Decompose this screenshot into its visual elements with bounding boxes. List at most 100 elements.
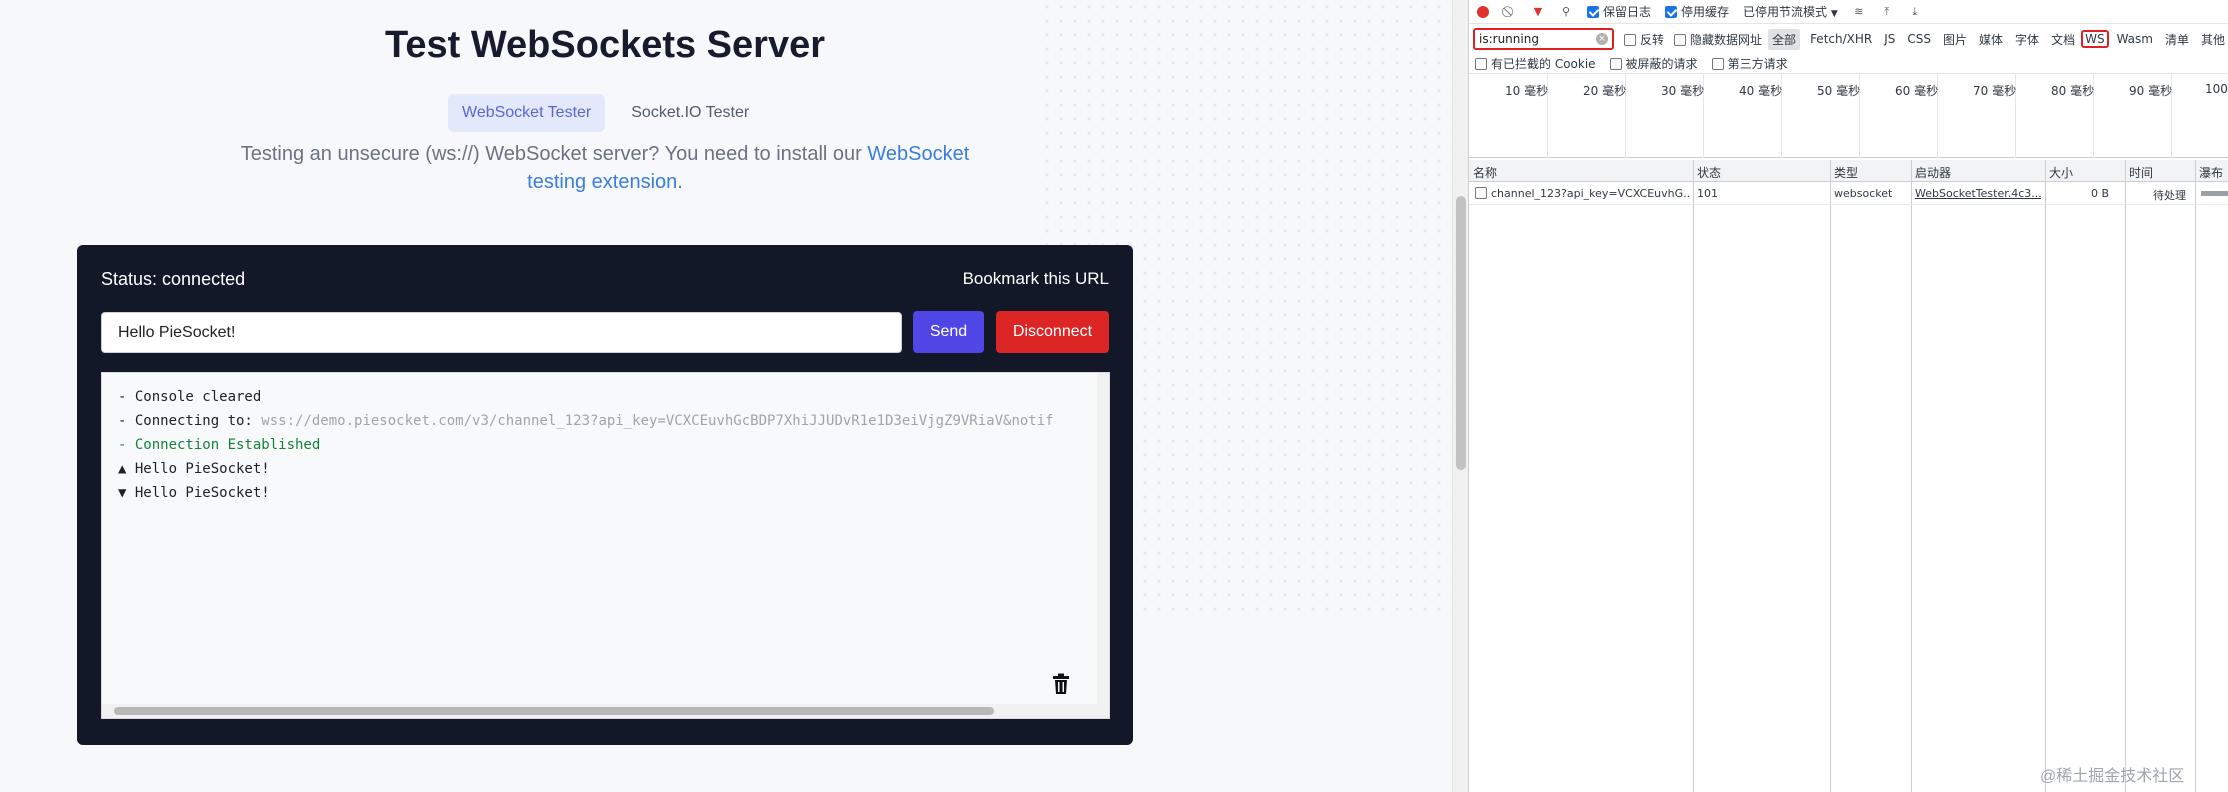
console-scroll-thumb[interactable]	[114, 707, 994, 715]
export-icon[interactable]: ⤓	[1908, 5, 1922, 19]
disable-cache-checkbox[interactable]	[1665, 6, 1678, 18]
request-name-cell: channel_123?api_key=VCXCEuvhG...	[1475, 187, 1689, 200]
column-divider	[2195, 160, 2196, 792]
page-scroll-thumb[interactable]	[1456, 196, 1466, 470]
third-party-label: 第三方请求	[1727, 57, 1788, 71]
filter-type-media[interactable]: 媒体	[1975, 29, 2007, 50]
filter-bar: is:running × 反转 隐藏数据网址 全部 Fetch/XHR JS CS…	[1469, 24, 2228, 54]
column-name[interactable]: 名称	[1473, 164, 1497, 181]
connection-status: Status: connected	[101, 269, 246, 289]
request-size: 0 B	[2091, 187, 2110, 200]
tab-socketio-tester[interactable]: Socket.IO Tester	[617, 94, 763, 132]
console-line: - Connecting to: wss://demo.piesocket.co…	[118, 411, 1054, 431]
invert-label: 反转	[1640, 32, 1665, 47]
console-line: ▲ Hello PieSocket!	[118, 459, 270, 479]
timeline-overview[interactable]: 10 毫秒 20 毫秒 30 毫秒 40 毫秒 50 毫秒 60 毫秒 70 毫…	[1469, 74, 2228, 158]
console-line-text: Hello PieSocket!	[134, 461, 270, 477]
sent-arrow-icon: ▲	[118, 461, 135, 477]
invert-checkbox[interactable]	[1624, 33, 1637, 46]
console-line-prefix: -	[118, 413, 135, 429]
network-conditions-icon[interactable]: ≋	[1852, 5, 1866, 19]
third-party-toggle[interactable]: 第三方请求	[1711, 55, 1788, 72]
preserve-log-checkbox[interactable]	[1587, 6, 1599, 18]
column-initiator[interactable]: 启动器	[1915, 164, 1951, 181]
request-initiator-link[interactable]: WebSocketTester.4c3...	[1915, 187, 2041, 200]
console-log[interactable]: - Console cleared - Connecting to: wss:/…	[101, 372, 1110, 719]
preserve-log-toggle[interactable]: 保留日志	[1587, 3, 1651, 20]
send-button[interactable]: Send	[913, 311, 984, 353]
console-line-prefix: -	[118, 437, 135, 453]
filter-icon[interactable]: ▼	[1531, 5, 1545, 19]
console-line-text: Connecting to:	[134, 413, 262, 429]
table-row[interactable]: channel_123?api_key=VCXCEuvhG... 101 web…	[1469, 183, 2228, 205]
column-status[interactable]: 状态	[1697, 164, 1721, 181]
timeline-tick-label: 70 毫秒	[1973, 84, 2017, 98]
filter-type-ws[interactable]: WS	[2081, 30, 2109, 48]
clear-icon[interactable]: ⃠	[1503, 5, 1517, 19]
tab-websocket-tester[interactable]: WebSocket Tester	[448, 94, 606, 132]
search-icon[interactable]: ⚲	[1559, 5, 1573, 19]
throttling-select[interactable]: 已停用节流模式 ▼	[1743, 3, 1838, 20]
preserve-log-label: 保留日志	[1603, 5, 1652, 19]
devtools-network-panel: ⃠ ▼ ⚲ 保留日志 停用缓存 已停用节流模式 ▼ ≋ ⤒ ⤓ is:runni…	[1468, 0, 2228, 792]
websocket-file-icon	[1475, 187, 1487, 199]
column-size[interactable]: 大小	[2049, 164, 2073, 181]
console-line: - Console cleared	[118, 387, 261, 407]
blocked-cookies-toggle[interactable]: 有已拦截的 Cookie	[1475, 55, 1596, 72]
clear-filter-icon[interactable]: ×	[1596, 33, 1609, 45]
bookmark-link[interactable]: Bookmark this URL	[963, 269, 1109, 289]
third-party-checkbox[interactable]	[1711, 58, 1724, 70]
console-horizontal-scrollbar[interactable]	[102, 704, 1109, 718]
filter-input[interactable]: is:running ×	[1473, 28, 1615, 50]
column-divider	[2045, 160, 2046, 792]
filter-type-font[interactable]: 字体	[2011, 29, 2043, 50]
timeline-tick-label: 80 毫秒	[2051, 84, 2095, 98]
message-input[interactable]	[101, 312, 902, 353]
disconnect-button[interactable]: Disconnect	[996, 311, 1109, 353]
timeline-tick-label: 10 毫秒	[1505, 84, 1549, 98]
blocked-requests-checkbox[interactable]	[1609, 58, 1622, 70]
filter-type-img[interactable]: 图片	[1939, 29, 1971, 50]
column-time[interactable]: 时间	[2129, 164, 2153, 181]
filter-type-all[interactable]: 全部	[1768, 28, 1801, 50]
filter-type-js[interactable]: JS	[1880, 30, 1899, 48]
invert-toggle[interactable]: 反转	[1624, 31, 1664, 48]
filter-type-other[interactable]: 其他	[2197, 29, 2228, 50]
throttling-value: 已停用节流模式	[1743, 5, 1828, 19]
page-scrollbar[interactable]	[1452, 0, 1468, 792]
column-waterfall[interactable]: 瀑布	[2199, 164, 2223, 181]
import-icon[interactable]: ⤒	[1880, 5, 1894, 19]
hide-data-urls-toggle[interactable]: 隐藏数据网址	[1674, 31, 1762, 48]
blocked-cookies-checkbox[interactable]	[1475, 58, 1487, 70]
filter-type-wasm[interactable]: Wasm	[2113, 30, 2157, 48]
console-vertical-scrollbar[interactable]	[1097, 373, 1109, 706]
watermark: @稀土掘金技术社区	[2040, 768, 2185, 785]
console-url: wss://demo.piesocket.com/v3/channel_123?…	[261, 413, 1054, 429]
console-line-text: Hello PieSocket!	[134, 485, 270, 501]
hide-data-urls-label: 隐藏数据网址	[1690, 32, 1763, 47]
request-name: channel_123?api_key=VCXCEuvhG...	[1491, 187, 1689, 200]
filter-type-css[interactable]: CSS	[1903, 30, 1935, 48]
filter-type-fetch-xhr[interactable]: Fetch/XHR	[1806, 30, 1876, 48]
filter-type-doc[interactable]: 文档	[2047, 29, 2079, 50]
received-arrow-icon: ▼	[118, 485, 135, 501]
column-divider	[1830, 160, 1831, 792]
request-status: 101	[1697, 187, 1718, 200]
request-type: websocket	[1834, 187, 1893, 200]
column-type[interactable]: 类型	[1834, 164, 1858, 181]
record-icon[interactable]	[1477, 5, 1489, 18]
request-time: 待处理	[2153, 189, 2186, 202]
hide-data-urls-checkbox[interactable]	[1674, 33, 1687, 46]
timeline-tick-label: 90 毫秒	[2129, 84, 2173, 98]
column-divider	[2125, 160, 2126, 792]
timeline-tick-label: 60 毫秒	[1895, 84, 1939, 98]
filter-type-manifest[interactable]: 清单	[2161, 29, 2193, 50]
tester-tabs: WebSocket Tester Socket.IO Tester	[448, 94, 763, 132]
timeline-tick-label: 50 毫秒	[1817, 84, 1861, 98]
trash-icon[interactable]	[1052, 673, 1070, 695]
network-toolbar: ⃠ ▼ ⚲ 保留日志 停用缓存 已停用节流模式 ▼ ≋ ⤒ ⤓	[1469, 0, 2228, 24]
disable-cache-toggle[interactable]: 停用缓存	[1665, 3, 1729, 20]
blocked-requests-toggle[interactable]: 被屏蔽的请求	[1609, 55, 1698, 72]
column-divider	[1693, 160, 1694, 792]
blocked-requests-label: 被屏蔽的请求	[1625, 57, 1698, 71]
